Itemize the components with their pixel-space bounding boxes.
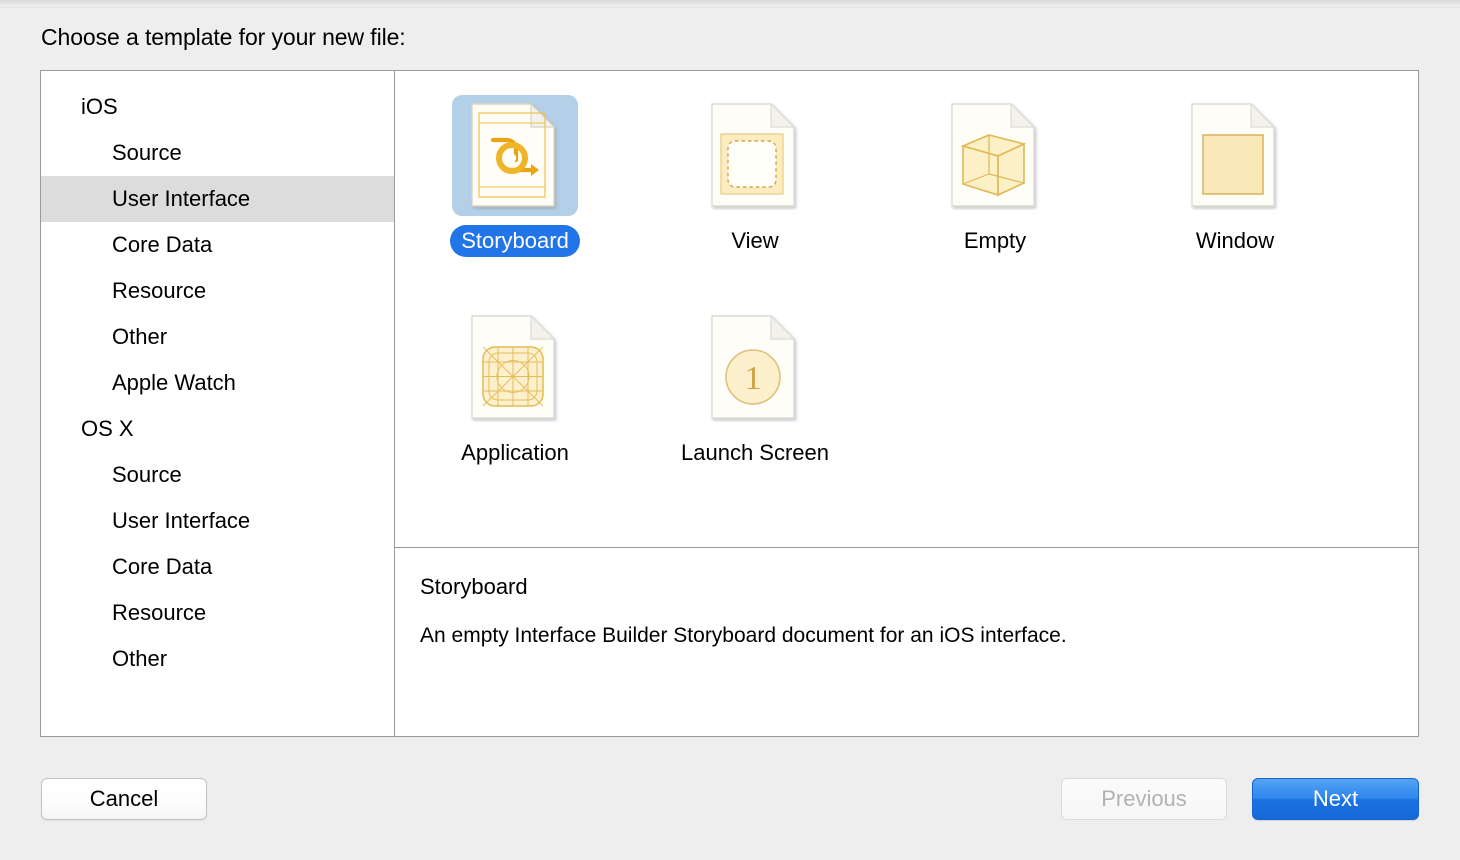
sidebar-item-osx-other[interactable]: Other xyxy=(41,636,394,682)
sidebar-group-ios[interactable]: iOS xyxy=(41,84,394,130)
sidebar-item-label: User Interface xyxy=(112,508,250,534)
template-description-panel: Storyboard An empty Interface Builder St… xyxy=(395,548,1418,736)
template-tile-label: Empty xyxy=(953,225,1037,257)
window-titlebar xyxy=(0,0,1460,8)
sidebar-item-label: Other xyxy=(112,646,167,672)
sidebar-item-osx-core-data[interactable]: Core Data xyxy=(41,544,394,590)
template-grid-row: Storyboard View xyxy=(395,83,1418,295)
description-title: Storyboard xyxy=(420,574,1418,600)
template-tile-label: Window xyxy=(1185,225,1285,257)
template-tile-launch-screen[interactable]: 1 Launch Screen xyxy=(635,295,875,507)
description-body: An empty Interface Builder Storyboard do… xyxy=(420,622,1418,650)
sidebar-item-osx-source[interactable]: Source xyxy=(41,452,394,498)
new-file-template-dialog: Choose a template for your new file: iOS… xyxy=(0,0,1460,860)
template-tile-label: Launch Screen xyxy=(670,437,840,469)
template-content-area: Storyboard View xyxy=(395,71,1418,736)
application-grid-document-icon xyxy=(452,307,578,428)
sidebar-item-ios-user-interface[interactable]: User Interface xyxy=(41,176,394,222)
template-tile-label: Storyboard xyxy=(450,225,580,257)
sidebar-group-osx[interactable]: OS X xyxy=(41,406,394,452)
empty-cube-document-icon xyxy=(932,95,1058,216)
sidebar-item-label: Core Data xyxy=(112,232,212,258)
sidebar-item-label: Core Data xyxy=(112,554,212,580)
sidebar-item-osx-resource[interactable]: Resource xyxy=(41,590,394,636)
previous-button[interactable]: Previous xyxy=(1061,778,1227,820)
category-sidebar[interactable]: iOS Source User Interface Core Data Reso… xyxy=(41,71,395,736)
svg-text:1: 1 xyxy=(745,360,762,397)
template-grid-row: Application 1 Launch Screen xyxy=(395,295,1418,507)
sidebar-item-label: Resource xyxy=(112,600,206,626)
template-tile-application[interactable]: Application xyxy=(395,295,635,507)
sidebar-item-label: Resource xyxy=(112,278,206,304)
sidebar-item-osx-user-interface[interactable]: User Interface xyxy=(41,498,394,544)
template-tile-empty[interactable]: Empty xyxy=(875,83,1115,295)
sidebar-group-label: iOS xyxy=(81,94,118,120)
sidebar-item-label: Apple Watch xyxy=(112,370,236,396)
dialog-footer: Cancel Previous Next xyxy=(0,778,1460,822)
sidebar-item-label: Other xyxy=(112,324,167,350)
sidebar-item-label: Source xyxy=(112,462,182,488)
sidebar-item-ios-apple-watch[interactable]: Apple Watch xyxy=(41,360,394,406)
template-tile-storyboard[interactable]: Storyboard xyxy=(395,83,635,295)
view-document-icon xyxy=(692,95,818,216)
sidebar-group-label: OS X xyxy=(81,416,134,442)
sidebar-item-ios-source[interactable]: Source xyxy=(41,130,394,176)
template-chooser-panel: iOS Source User Interface Core Data Reso… xyxy=(40,70,1419,737)
template-tile-window[interactable]: Window xyxy=(1115,83,1355,295)
template-tile-label: Application xyxy=(450,437,580,469)
sidebar-item-label: Source xyxy=(112,140,182,166)
dialog-prompt: Choose a template for your new file: xyxy=(41,24,406,51)
cancel-button[interactable]: Cancel xyxy=(41,778,207,820)
template-tile-label: View xyxy=(720,225,789,257)
template-tile-view[interactable]: View xyxy=(635,83,875,295)
storyboard-document-icon xyxy=(452,95,578,216)
sidebar-item-ios-resource[interactable]: Resource xyxy=(41,268,394,314)
sidebar-item-ios-core-data[interactable]: Core Data xyxy=(41,222,394,268)
next-button[interactable]: Next xyxy=(1252,778,1419,820)
sidebar-item-label: User Interface xyxy=(112,186,250,212)
window-document-icon xyxy=(1172,95,1298,216)
sidebar-item-ios-other[interactable]: Other xyxy=(41,314,394,360)
template-grid: Storyboard View xyxy=(395,71,1418,547)
launch-screen-document-icon: 1 xyxy=(692,307,818,428)
